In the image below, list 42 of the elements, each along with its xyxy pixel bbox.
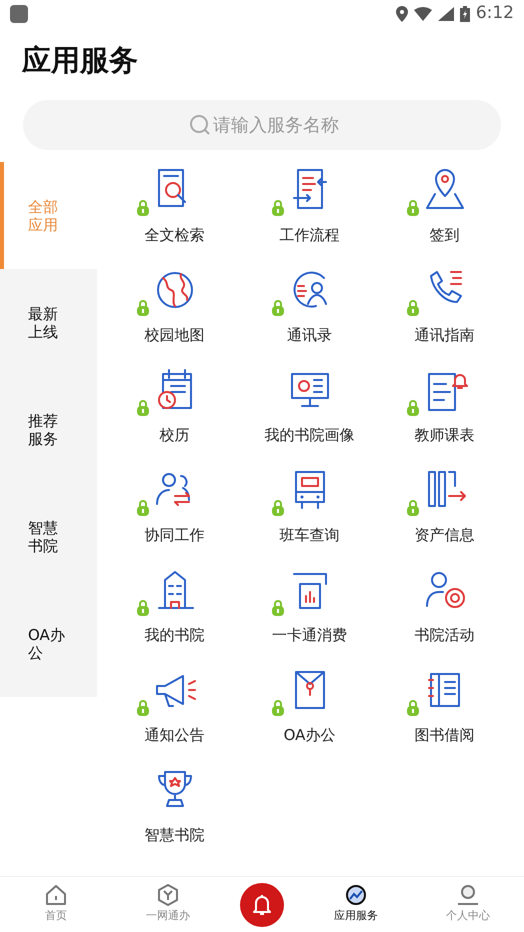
- app-label[interactable]: 工作流程: [280, 224, 340, 246]
- signal-icon: [438, 7, 454, 21]
- search-field[interactable]: 请输入服务名称: [23, 100, 501, 150]
- battery-icon: [460, 6, 470, 22]
- app-label[interactable]: 我的书院画像: [264, 424, 354, 446]
- app-label[interactable]: 通讯指南: [414, 324, 474, 346]
- bell-icon: [250, 892, 274, 916]
- app-label[interactable]: OA办公: [284, 724, 336, 746]
- app-label[interactable]: 校历: [160, 424, 190, 446]
- app-label[interactable]: 图书借阅: [414, 724, 474, 746]
- app-label[interactable]: 我的书院: [144, 624, 204, 646]
- app-label[interactable]: 通知公告: [144, 724, 204, 746]
- location-icon: [396, 6, 408, 22]
- app-label[interactable]: 书院活动: [414, 624, 474, 646]
- page-title: 应用服务: [22, 42, 138, 79]
- person-icon: [457, 884, 479, 906]
- category-tab[interactable]: 智慧书院: [0, 483, 97, 590]
- app-label[interactable]: 通讯录: [287, 324, 332, 346]
- nav-tab[interactable]: 首页: [16, 884, 96, 925]
- category-tab[interactable]: 最新上线: [0, 269, 97, 376]
- bell-button[interactable]: [240, 882, 284, 926]
- app-label[interactable]: 校园地图: [144, 324, 204, 346]
- app-label[interactable]: 班车查询: [280, 524, 340, 546]
- wifi-icon: [414, 7, 432, 21]
- category-tab[interactable]: OA办公: [0, 590, 97, 697]
- app-label[interactable]: 签到: [430, 224, 460, 246]
- nav-tab[interactable]: 一网通办: [128, 884, 208, 925]
- search-icon: [189, 114, 211, 136]
- nav-tab[interactable]: 个人中心: [428, 884, 508, 925]
- app-label[interactable]: 全文检索: [144, 224, 204, 246]
- app-label[interactable]: 教师课表: [414, 424, 474, 446]
- app-label[interactable]: 协同工作: [144, 524, 204, 546]
- chart-circle-icon: [345, 884, 367, 906]
- clock-time: 6:12: [476, 2, 514, 26]
- app-label[interactable]: 智慧书院: [144, 824, 204, 846]
- category-tab[interactable]: 推荐服务: [0, 376, 97, 483]
- app-label[interactable]: 资产信息: [414, 524, 474, 546]
- nav-tab[interactable]: 应用服务: [316, 884, 396, 925]
- hexagon-icon: [157, 884, 179, 906]
- app-label[interactable]: 一卡通消费: [272, 624, 347, 646]
- notification-icon: [10, 5, 28, 23]
- home-icon: [45, 884, 67, 906]
